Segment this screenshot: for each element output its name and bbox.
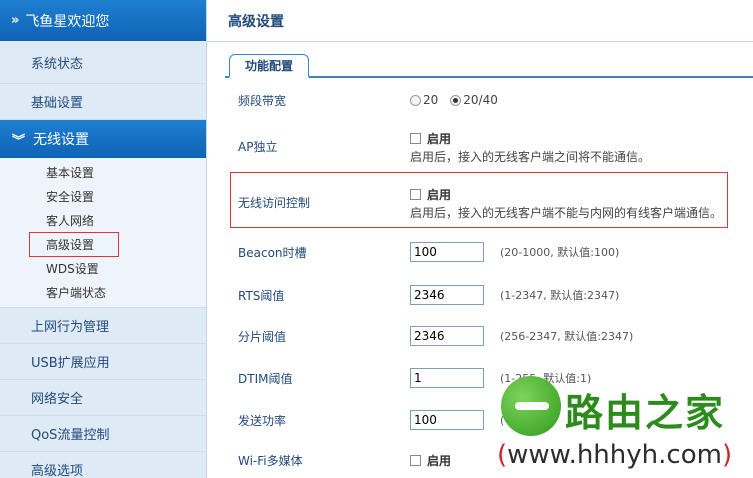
- frag-row: 分片阈值 (256-2347, 默认值:2347): [207, 325, 753, 347]
- double-chevron-down-icon: ︾: [12, 133, 26, 149]
- sidebar-section-label: 无线设置: [33, 132, 90, 148]
- frag-input[interactable]: [410, 326, 484, 346]
- beacon-row: Beacon时槽 (20-1000, 默认值:100): [207, 241, 753, 263]
- sidebar-item-behavior-management[interactable]: 上网行为管理: [0, 308, 206, 344]
- sidebar-header: » 飞鱼星欢迎您: [0, 0, 206, 41]
- bandwidth-row: 频段带宽 20 20/40: [207, 90, 753, 110]
- sidebar-subitem-basic[interactable]: 基本设置: [0, 160, 206, 184]
- dtim-input[interactable]: [410, 368, 484, 388]
- dtim-row: DTIM阈值 (1-255, 默认值:1): [207, 367, 753, 389]
- txpower-hint: (: [500, 413, 505, 427]
- dtim-label: DTIM阈值: [238, 371, 293, 386]
- rts-hint: (1-2347, 默认值:2347): [500, 289, 620, 302]
- txpower-row: 发送功率 (: [207, 409, 753, 431]
- sidebar-item-advanced-options[interactable]: 高级选项: [0, 452, 206, 478]
- ap-isolation-desc-row: 启用后，接入的无线客户端之间将不能通信。: [207, 148, 753, 164]
- wmm-row: Wi-Fi多媒体 启用: [207, 450, 753, 470]
- tab-bar: 功能配置: [225, 42, 753, 78]
- sidebar: » 飞鱼星欢迎您 系统状态 基础设置 ︾ 无线设置 基本设置 安全设置 客人网络…: [0, 0, 207, 478]
- access-control-desc: 启用后，接入的无线客户端不能与内网的有线客户端通信。: [410, 205, 723, 220]
- beacon-input[interactable]: [410, 242, 484, 262]
- rts-label: RTS阈值: [238, 288, 285, 303]
- dtim-hint: (1-255, 默认值:1): [500, 372, 592, 385]
- sidebar-subitem-guest-network[interactable]: 客人网络: [0, 208, 206, 232]
- sidebar-item-usb[interactable]: USB扩展应用: [0, 344, 206, 380]
- beacon-hint: (20-1000, 默认值:100): [500, 246, 620, 259]
- sidebar-subitem-advanced[interactable]: 高级设置: [0, 231, 206, 257]
- wmm-check-label: 启用: [427, 453, 452, 468]
- sidebar-item-basic-settings[interactable]: 基础设置: [0, 84, 206, 120]
- sidebar-item-network-security[interactable]: 网络安全: [0, 380, 206, 416]
- sidebar-item-system-status[interactable]: 系统状态: [0, 41, 206, 84]
- frag-hint: (256-2347, 默认值:2347): [500, 330, 634, 343]
- rts-input[interactable]: [410, 285, 484, 305]
- wmm-label: Wi-Fi多媒体: [238, 453, 303, 468]
- frag-label: 分片阈值: [238, 329, 287, 344]
- bandwidth-20-radio[interactable]: [410, 94, 421, 106]
- bandwidth-options: 20 20/40: [410, 93, 498, 107]
- wmm-checkbox[interactable]: [410, 454, 421, 466]
- txpower-label: 发送功率: [238, 413, 287, 428]
- rts-row: RTS阈值 (1-2347, 默认值:2347): [207, 284, 753, 306]
- sidebar-subitem-client-status[interactable]: 客户端状态: [0, 280, 206, 304]
- beacon-label: Beacon时槽: [238, 245, 307, 260]
- bandwidth-2040-radio[interactable]: [450, 94, 462, 106]
- sidebar-section-wireless[interactable]: ︾ 无线设置: [0, 120, 206, 158]
- sidebar-subitem-security[interactable]: 安全设置: [0, 184, 206, 208]
- ap-isolation-desc: 启用后，接入的无线客户端之间将不能通信。: [410, 149, 651, 164]
- sidebar-subitem-wds[interactable]: WDS设置: [0, 256, 206, 280]
- txpower-input[interactable]: [410, 410, 484, 430]
- bandwidth-label: 频段带宽: [238, 93, 287, 108]
- sidebar-header-label: 飞鱼星欢迎您: [25, 13, 110, 30]
- sidebar-sub-list: 基本设置 安全设置 客人网络 高级设置 WDS设置 客户端状态: [0, 158, 206, 308]
- double-chevron-right-icon: »: [11, 13, 20, 28]
- page-title: 高级设置: [207, 0, 753, 42]
- main-panel: 高级设置 功能配置 频段带宽 20 20/40 启用 AP独立 启用后，接入的无…: [207, 0, 753, 478]
- sidebar-item-qos[interactable]: QoS流量控制: [0, 416, 206, 452]
- access-control-desc-row: 启用后，接入的无线客户端不能与内网的有线客户端通信。: [207, 204, 753, 220]
- tab-function-config[interactable]: 功能配置: [229, 54, 309, 78]
